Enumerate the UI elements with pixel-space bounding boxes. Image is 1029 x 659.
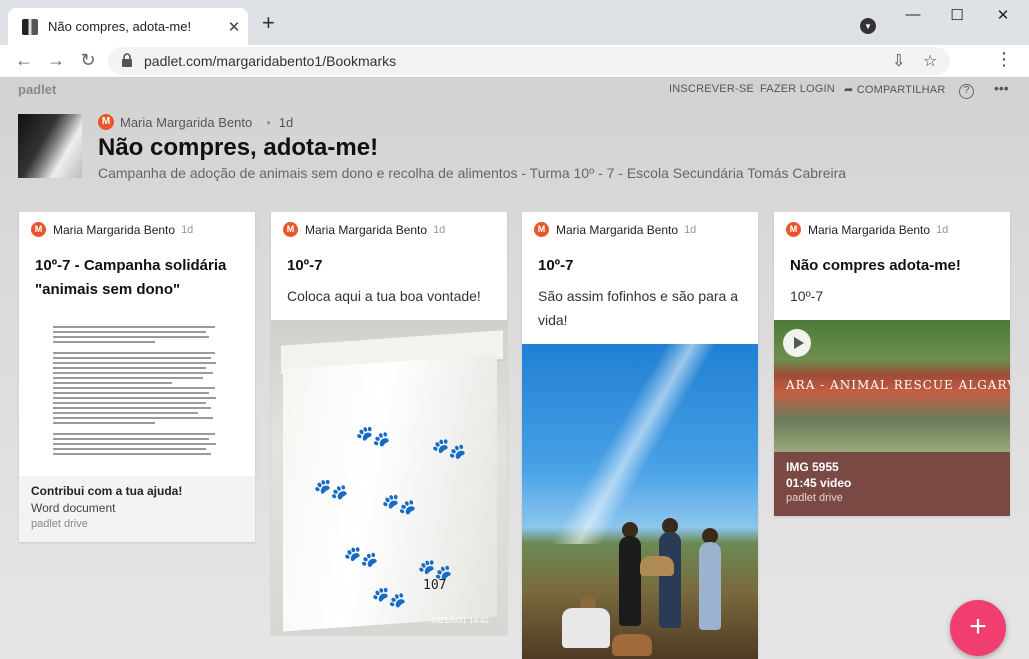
sun-rays <box>532 344 752 544</box>
subscribe-link[interactable]: INSCREVER-SE <box>669 83 754 95</box>
video-source: padlet drive <box>786 492 843 504</box>
login-link[interactable]: FAZER LOGIN <box>760 83 835 95</box>
paw-print-icon: 🐾 <box>340 536 382 578</box>
avatar: M <box>786 222 801 237</box>
back-arrow-icon[interactable]: ← <box>12 50 36 71</box>
card-time: 1d <box>684 223 697 236</box>
paw-print-icon: 🐾 <box>368 576 410 618</box>
padlet-favicon-icon <box>22 18 38 35</box>
maximize-button[interactable]: ☐ <box>937 6 977 24</box>
board-author-name: Maria Margarida Bento <box>120 114 253 130</box>
attachment-type: Word document <box>31 501 116 515</box>
new-tab-button[interactable]: + <box>262 12 275 34</box>
video-sign-text: ARA - ANIMAL RESCUE ALGARVE <box>786 378 1010 392</box>
more-options-icon[interactable]: ••• <box>994 80 1009 96</box>
avatar: M <box>534 222 549 237</box>
card-author-name: Maria Margarida Bento <box>53 222 176 237</box>
paw-print-icon: 🐾 <box>428 428 470 470</box>
card-body: Coloca aqui a tua boa vontade! <box>287 288 481 304</box>
dog <box>612 634 652 656</box>
photo-timestamp: 2021/5/31 14:42 <box>431 616 489 625</box>
board-title: Não compres, adota-me! <box>98 134 379 161</box>
share-link[interactable]: ➦ COMPARTILHAR <box>844 83 945 96</box>
lock-icon <box>122 53 132 67</box>
help-icon[interactable]: ? <box>959 84 974 99</box>
board-author-row: M Maria Margarida Bento • 1d <box>98 114 293 130</box>
video-footer[interactable]: IMG 5955 01:45 video padlet drive <box>774 452 1010 516</box>
card-title: Não compres adota-me! <box>790 257 961 274</box>
paw-print-icon: 🐾 <box>378 484 420 525</box>
separator-dot: • <box>266 114 271 130</box>
post-card[interactable]: M Maria Margarida Bento 1d 10º-7 São ass… <box>522 212 758 659</box>
card-time: 1d <box>936 223 949 236</box>
tab-close-icon[interactable]: ✕ <box>220 18 248 36</box>
post-card[interactable]: M Maria Margarida Bento 1d 10º-7 - Campa… <box>19 212 255 542</box>
card-body: 10º-7 <box>790 288 824 304</box>
dog <box>640 556 674 576</box>
board-time: 1d <box>278 114 294 130</box>
url-text: padlet.com/margaridabento1/Bookmarks <box>144 53 397 69</box>
document-preview[interactable] <box>19 310 255 476</box>
padlet-page: padlet INSCREVER-SE FAZER LOGIN ➦ COMPAR… <box>0 78 1029 659</box>
dogs-photo[interactable] <box>522 344 758 659</box>
board-description: Campanha de adoção de animais sem dono e… <box>98 165 847 181</box>
card-author-row: M Maria Margarida Bento 1d <box>534 222 696 237</box>
paw-print-icon: 🐾 <box>352 415 394 457</box>
card-author-name: Maria Margarida Bento <box>305 222 428 237</box>
board-header: M Maria Margarida Bento • 1d Não compres… <box>0 104 1029 194</box>
post-card[interactable]: M Maria Margarida Bento 1d 10º-7 Coloca … <box>271 212 507 634</box>
box-photo[interactable]: 🐾 🐾 🐾 🐾 🐾 🐾 🐾 107 2021/5/31 14:42 <box>271 320 507 634</box>
card-time: 1d <box>433 223 446 236</box>
browser-toolbar: ← → ↻ padlet.com/margaridabento1/Bookmar… <box>0 45 1029 78</box>
profile-dropdown-icon[interactable]: ▼ <box>860 18 876 34</box>
card-author-row: M Maria Margarida Bento 1d <box>31 222 193 237</box>
padlet-topbar: padlet INSCREVER-SE FAZER LOGIN ➦ COMPAR… <box>0 78 1029 102</box>
document-text-lines <box>53 326 223 458</box>
avatar: M <box>283 222 298 237</box>
card-title: 10º-7 - Campanha solidária "animais sem … <box>35 257 227 298</box>
play-icon[interactable] <box>783 329 811 357</box>
minimize-button[interactable]: — <box>893 6 933 23</box>
install-app-icon[interactable]: ⇩ <box>892 51 905 71</box>
video-meta: 01:45 video <box>786 476 852 490</box>
box-number: 107 <box>423 578 447 593</box>
browser-tab[interactable]: Não compres, adota-me! ✕ <box>8 8 248 45</box>
attachment-title: Contribui com a tua ajuda! <box>31 484 183 498</box>
tab-title: Não compres, adota-me! <box>48 19 192 34</box>
close-window-button[interactable]: ✕ <box>983 6 1023 24</box>
card-time: 1d <box>181 223 194 236</box>
board-thumbnail <box>18 114 82 178</box>
donation-box: 🐾 🐾 🐾 🐾 🐾 🐾 🐾 <box>283 354 497 632</box>
attachment-footer[interactable]: Contribui com a tua ajuda! Word document… <box>19 476 255 542</box>
card-author-row: M Maria Margarida Bento 1d <box>786 222 948 237</box>
avatar: M <box>31 222 46 237</box>
share-label: COMPARTILHAR <box>856 84 946 96</box>
video-attachment[interactable]: ARA - ANIMAL RESCUE ALGARVE IMG 5955 01:… <box>774 320 1010 516</box>
card-body: São assim fofinhos e são para a vida! <box>538 288 739 328</box>
card-author-row: M Maria Margarida Bento 1d <box>283 222 445 237</box>
address-bar[interactable]: padlet.com/margaridabento1/Bookmarks ⇩ ☆ <box>108 47 950 75</box>
padlet-logo[interactable]: padlet <box>18 82 56 97</box>
share-arrow-icon: ➦ <box>844 84 857 96</box>
browser-menu-icon[interactable]: ⋮ <box>995 49 1013 70</box>
card-title: 10º-7 <box>287 257 323 274</box>
card-author-name: Maria Margarida Bento <box>808 222 931 237</box>
card-author-name: Maria Margarida Bento <box>556 222 679 237</box>
avatar: M <box>98 114 114 130</box>
attachment-source: padlet drive <box>31 518 88 530</box>
add-post-button[interactable]: + <box>950 600 1006 656</box>
reload-icon[interactable]: ↻ <box>76 50 100 71</box>
card-title: 10º-7 <box>538 257 574 274</box>
paw-print-icon: 🐾 <box>310 468 352 510</box>
video-title: IMG 5955 <box>786 460 839 474</box>
post-card[interactable]: M Maria Margarida Bento 1d Não compres a… <box>774 212 1010 516</box>
forward-arrow-icon[interactable]: → <box>44 50 68 71</box>
bookmark-star-icon[interactable]: ☆ <box>923 51 937 71</box>
browser-titlebar: Não compres, adota-me! ✕ + ▼ — ☐ ✕ <box>0 0 1029 45</box>
